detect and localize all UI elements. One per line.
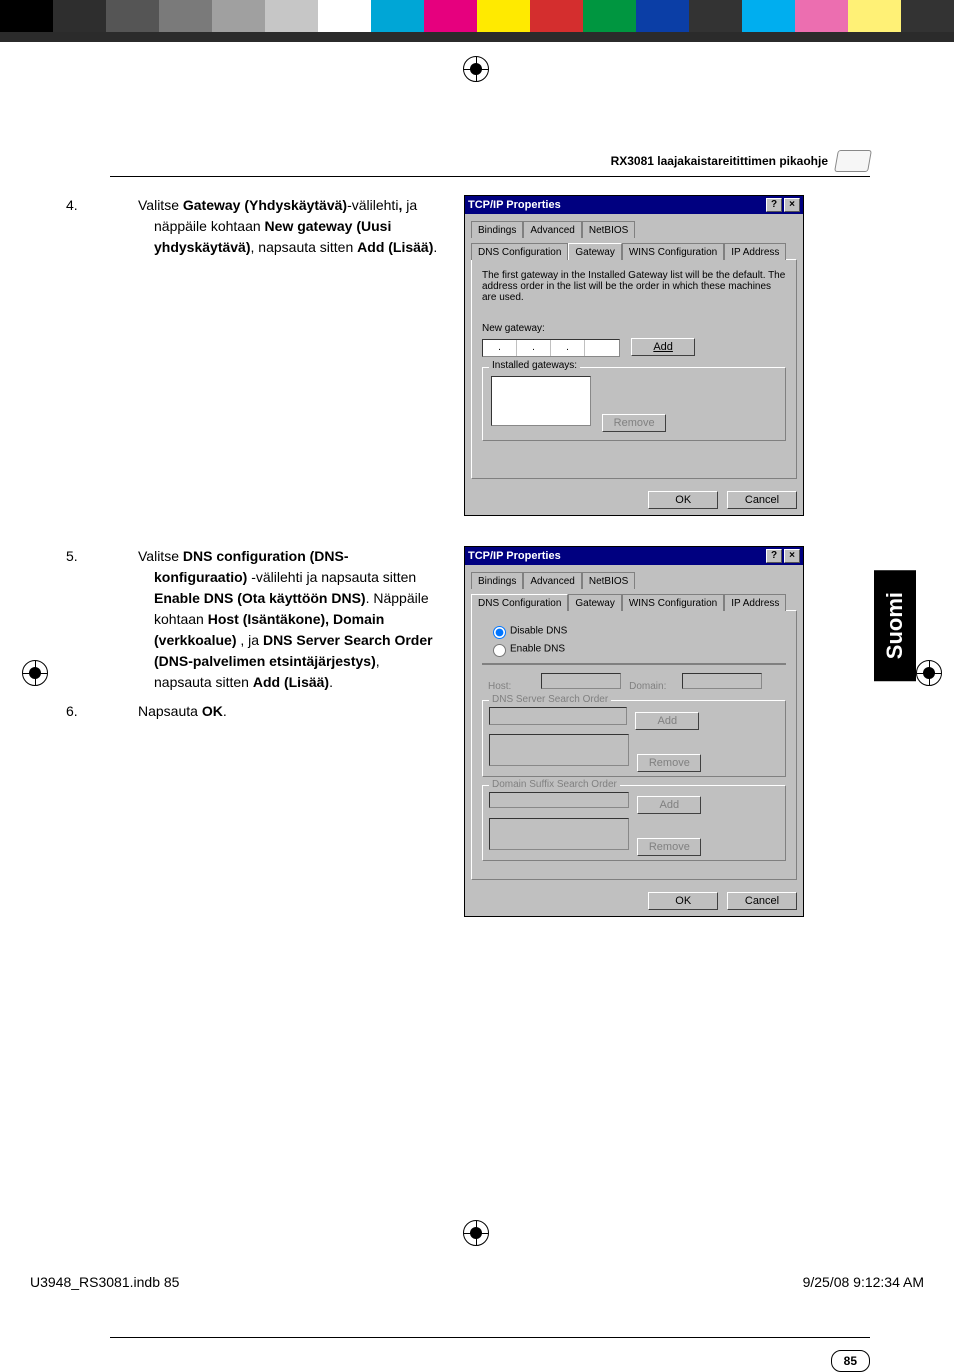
dns-order-label: DNS Server Search Order	[489, 694, 611, 705]
tab-netbios[interactable]: NetBIOS	[582, 572, 635, 589]
add-button[interactable]: Add	[631, 338, 695, 356]
radio-disable-dns[interactable]	[493, 626, 506, 639]
tab-netbios[interactable]: NetBIOS	[582, 221, 635, 238]
footer-rule	[110, 1337, 870, 1338]
radio-label: Enable DNS	[510, 644, 565, 655]
tab-bindings[interactable]: Bindings	[471, 572, 523, 589]
tab-winsconfig[interactable]: WINS Configuration	[622, 243, 724, 260]
tab-gateway[interactable]: Gateway	[568, 243, 621, 260]
suffix-list[interactable]	[489, 818, 629, 850]
help-button[interactable]: ?	[766, 549, 782, 563]
add-button[interactable]: Add	[637, 796, 701, 814]
registration-mark-icon	[916, 660, 942, 686]
tab-dnsconfig[interactable]: DNS Configuration	[471, 594, 568, 611]
tab-advanced[interactable]: Advanced	[523, 221, 581, 238]
step5-text: Valitse DNS configuration (DNS-konfigura…	[138, 548, 433, 690]
router-icon	[834, 150, 872, 172]
header-title: RX3081 laajakaistareitittimen pikaohje	[611, 154, 828, 168]
tab-dnsconfig[interactable]: DNS Configuration	[471, 243, 568, 260]
cancel-button[interactable]: Cancel	[727, 491, 797, 509]
page-header: RX3081 laajakaistareitittimen pikaohje	[110, 150, 870, 177]
cancel-button[interactable]: Cancel	[727, 892, 797, 910]
new-gateway-label: New gateway:	[482, 323, 786, 334]
tab-ipaddress[interactable]: IP Address	[724, 594, 786, 611]
step4-text: Valitse Gateway (Yhdyskäytävä)-välilehti…	[138, 197, 437, 255]
tabs-row1: Bindings Advanced NetBIOS	[465, 214, 803, 237]
suffix-order-label: Domain Suffix Search Order	[489, 779, 620, 790]
step-number: 5.	[110, 546, 138, 567]
top-dark-strip	[0, 32, 954, 42]
language-tab: Suomi	[874, 570, 916, 681]
dialog-title: TCP/IP Properties	[468, 199, 561, 211]
print-footer: U3948_RS3081.indb 85 9/25/08 9:12:34 AM	[30, 1274, 924, 1290]
tab-ipaddress[interactable]: IP Address	[724, 243, 786, 260]
instruction-step4: 4.Valitse Gateway (Yhdyskäytävä)-välileh…	[110, 195, 440, 516]
ok-button[interactable]: OK	[648, 491, 718, 509]
registration-mark-icon	[463, 56, 489, 82]
dialog-body: The first gateway in the Installed Gatew…	[471, 259, 797, 479]
page-number-wrap: 85	[110, 1350, 870, 1372]
host-input[interactable]	[541, 673, 621, 689]
row-step5: 5.Valitse DNS configuration (DNS-konfigu…	[110, 546, 870, 917]
dns-ip-input[interactable]	[489, 707, 627, 725]
help-button[interactable]: ?	[766, 198, 782, 212]
dialog-body: Disable DNS Enable DNS Host: Domain: DNS…	[471, 610, 797, 880]
tab-winsconfig[interactable]: WINS Configuration	[622, 594, 724, 611]
tabs-row2: DNS Configuration Gateway WINS Configura…	[465, 236, 803, 259]
row-step4: 4.Valitse Gateway (Yhdyskäytävä)-välileh…	[110, 195, 870, 516]
tab-bindings[interactable]: Bindings	[471, 221, 523, 238]
installed-gateways-list[interactable]	[491, 376, 591, 426]
registration-mark-icon	[22, 660, 48, 686]
color-calibration-bar	[0, 0, 954, 32]
remove-button[interactable]: Remove	[637, 838, 701, 856]
close-button[interactable]: ×	[784, 549, 800, 563]
step-number: 6.	[110, 701, 138, 722]
page-content: RX3081 laajakaistareitittimen pikaohje 4…	[110, 150, 870, 1372]
tcpip-dialog-gateway: TCP/IP Properties ? × Bindings Advanced …	[464, 195, 804, 516]
footer-datetime: 9/25/08 9:12:34 AM	[803, 1274, 924, 1290]
step-number: 4.	[110, 195, 138, 216]
dialog1-shell: TCP/IP Properties ? × Bindings Advanced …	[464, 195, 804, 516]
step6-text: Napsauta OK.	[138, 703, 227, 719]
remove-button[interactable]: Remove	[637, 754, 701, 772]
domain-label: Domain:	[629, 681, 679, 692]
tab-gateway[interactable]: Gateway	[568, 594, 621, 611]
ok-button[interactable]: OK	[648, 892, 718, 910]
add-button[interactable]: Add	[635, 712, 699, 730]
radio-enable-dns[interactable]	[493, 644, 506, 657]
domain-input[interactable]	[682, 673, 762, 689]
dialog-footer: OK Cancel	[465, 886, 803, 916]
titlebar: TCP/IP Properties ? ×	[465, 196, 803, 214]
tcpip-dialog-dns: TCP/IP Properties ? × Bindings Advanced …	[464, 546, 804, 917]
dialog-title: TCP/IP Properties	[468, 550, 561, 562]
instruction-step5-6: 5.Valitse DNS configuration (DNS-konfigu…	[110, 546, 440, 917]
dns-list[interactable]	[489, 734, 629, 766]
tabs-row2: DNS Configuration Gateway WINS Configura…	[465, 587, 803, 610]
gateway-hint: The first gateway in the Installed Gatew…	[482, 270, 786, 303]
new-gateway-input[interactable]: ...	[482, 339, 620, 357]
footer-filename: U3948_RS3081.indb 85	[30, 1274, 179, 1290]
tabs-row1: Bindings Advanced NetBIOS	[465, 565, 803, 588]
titlebar: TCP/IP Properties ? ×	[465, 547, 803, 565]
page-number: 85	[831, 1350, 870, 1372]
host-label: Host:	[488, 681, 538, 692]
dialog2-shell: TCP/IP Properties ? × Bindings Advanced …	[464, 546, 804, 917]
installed-gateways-label: Installed gateways:	[489, 360, 580, 371]
remove-button[interactable]: Remove	[602, 414, 666, 432]
dialog-footer: OK Cancel	[465, 485, 803, 515]
close-button[interactable]: ×	[784, 198, 800, 212]
suffix-input[interactable]	[489, 792, 629, 808]
radio-label: Disable DNS	[510, 626, 567, 637]
tab-advanced[interactable]: Advanced	[523, 572, 581, 589]
